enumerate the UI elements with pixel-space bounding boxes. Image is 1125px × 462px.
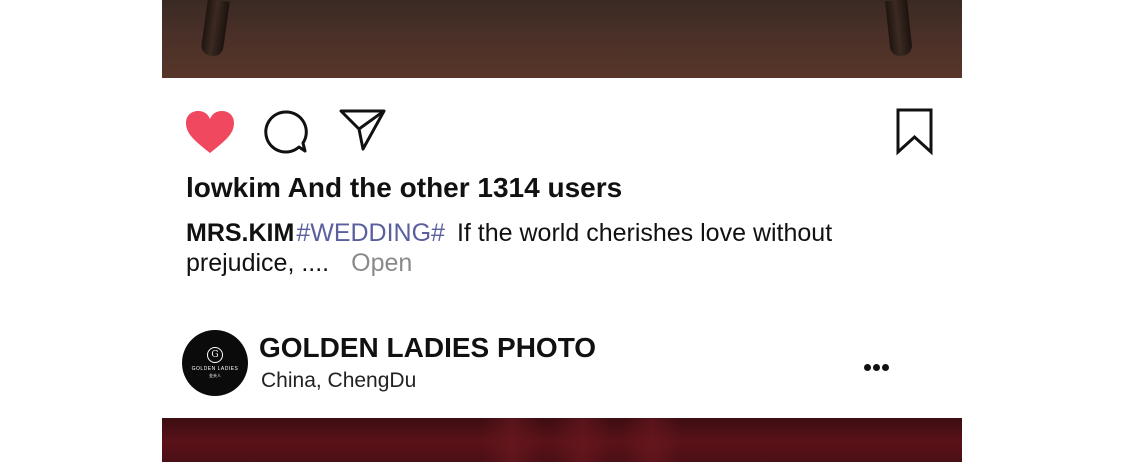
caption-author[interactable]: MRS.KIM	[186, 219, 294, 247]
fabric-drape	[482, 418, 542, 462]
heart-icon[interactable]	[185, 110, 235, 154]
post-header: G GOLDEN LADIES 金夫人 GOLDEN LADIES PHOTO …	[162, 320, 962, 410]
fabric-drape	[552, 418, 612, 462]
avatar-brand-text: GOLDEN LADIES	[191, 366, 239, 372]
bookmark-icon[interactable]	[895, 108, 935, 156]
brand-monogram-icon: G	[207, 347, 223, 363]
paper-plane-icon[interactable]	[339, 108, 387, 152]
chair-leg	[885, 0, 913, 57]
post-image[interactable]	[162, 0, 962, 78]
avatar-brand-sub: 金夫人	[209, 373, 221, 378]
post-caption: MRS.KIM#WEDDING# If the world cherishes l…	[186, 218, 906, 278]
more-dots-icon[interactable]	[864, 358, 894, 371]
likes-summary[interactable]: lowkim And the other 1314 users	[186, 172, 622, 204]
caption-hashtag[interactable]: #WEDDING#	[296, 219, 445, 247]
avatar[interactable]: G GOLDEN LADIES 金夫人	[182, 330, 248, 396]
post-image[interactable]	[162, 418, 962, 462]
post-location[interactable]: China, ChengDu	[261, 369, 416, 393]
fabric-drape	[622, 418, 682, 462]
caption-more-link[interactable]: Open	[351, 249, 412, 277]
comment-bubble-icon[interactable]	[263, 109, 309, 155]
account-name[interactable]: GOLDEN LADIES PHOTO	[259, 332, 596, 364]
chair-leg	[200, 0, 230, 58]
